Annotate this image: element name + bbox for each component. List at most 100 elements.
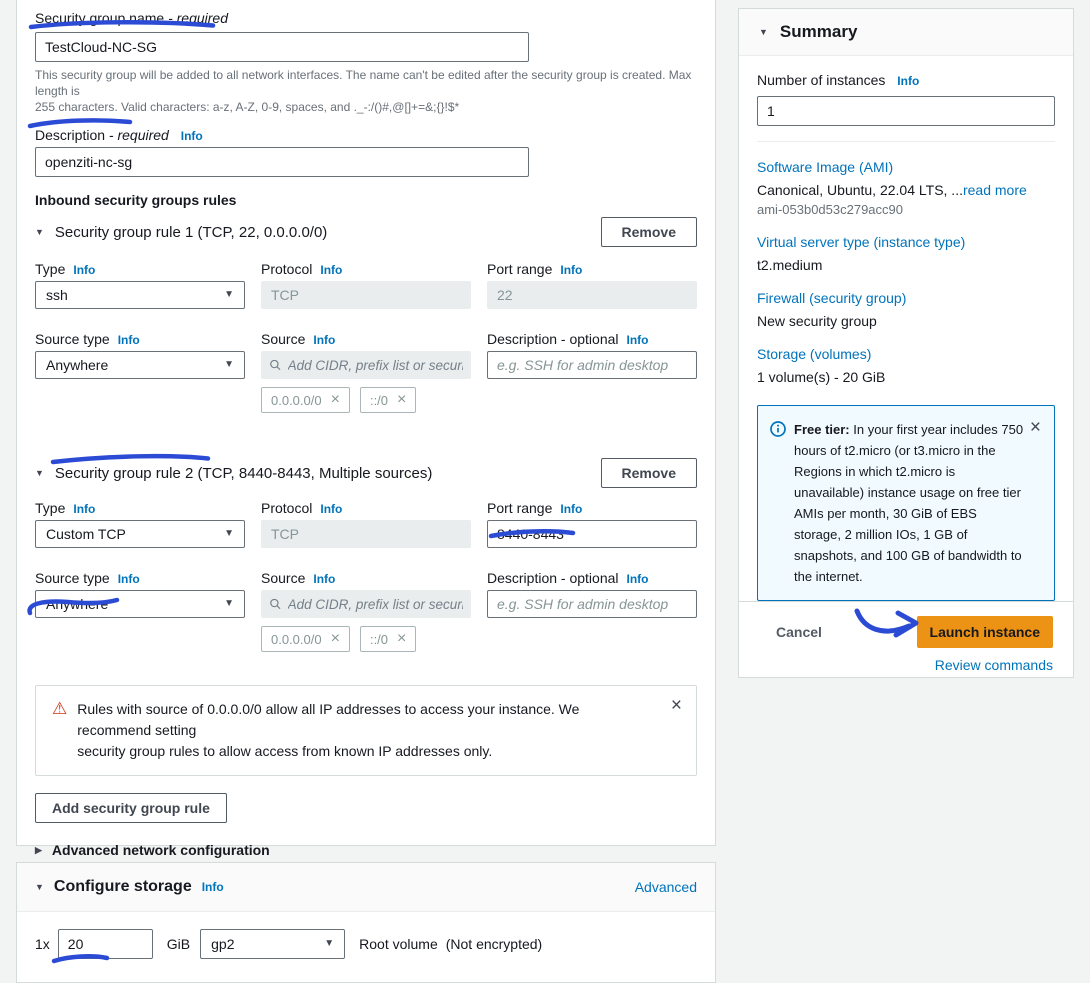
source-info-link[interactable]: Info bbox=[313, 572, 335, 586]
summary-footer: Cancel Launch instance Review commands bbox=[739, 601, 1073, 677]
chevron-down-icon: ▼ bbox=[224, 290, 234, 300]
protocol-info-link[interactable]: Info bbox=[320, 502, 342, 516]
volume-size-input[interactable] bbox=[58, 929, 153, 959]
rule-1-description-cell: Description - optionalInfo bbox=[487, 331, 697, 413]
storage-volumes-section: Storage (volumes) 1 volume(s) - 20 GiB bbox=[757, 346, 1055, 385]
storage-volumes-value: 1 volume(s) - 20 GiB bbox=[757, 369, 1055, 385]
rule-2-description-cell: Description - optionalInfo bbox=[487, 570, 697, 652]
volume-type-select[interactable]: gp2 ▼ bbox=[200, 929, 345, 959]
software-image-link[interactable]: Software Image (AMI) bbox=[757, 159, 893, 175]
warning-text: Rules with source of 0.0.0.0/0 allow all… bbox=[77, 699, 656, 762]
cidr-chip: ::/0× bbox=[360, 626, 416, 652]
read-more-link[interactable]: read more bbox=[963, 182, 1027, 198]
security-group-name-label-text: Security group name bbox=[35, 10, 164, 26]
firewall-value: New security group bbox=[757, 313, 1055, 329]
review-commands-link[interactable]: Review commands bbox=[935, 657, 1053, 673]
rule-1-remove-button[interactable]: Remove bbox=[601, 217, 697, 247]
rule-1-protocol-cell: ProtocolInfo TCP bbox=[261, 261, 471, 309]
security-group-name-input[interactable] bbox=[35, 32, 529, 62]
storage-expand-icon[interactable]: ▼ bbox=[35, 883, 44, 892]
cancel-button[interactable]: Cancel bbox=[776, 624, 822, 640]
rule-2-port-input[interactable] bbox=[487, 520, 697, 548]
chip-close-icon[interactable]: × bbox=[397, 631, 406, 647]
firewall-section: Firewall (security group) New security g… bbox=[757, 290, 1055, 329]
search-icon bbox=[269, 358, 282, 372]
instance-type-value: t2.medium bbox=[757, 257, 1055, 273]
instance-type-link[interactable]: Virtual server type (instance type) bbox=[757, 234, 965, 250]
warning-triangle-icon: ⚠ bbox=[52, 699, 67, 719]
rule-2-type-select[interactable]: Custom TCP ▼ bbox=[35, 520, 245, 548]
rule-description-info-link[interactable]: Info bbox=[627, 572, 649, 586]
rule-2-expand-icon[interactable]: ▼ bbox=[35, 469, 44, 478]
rule-1-source-search[interactable] bbox=[261, 351, 471, 379]
rule-2-source-input[interactable] bbox=[288, 597, 463, 612]
security-group-name-help: This security group will be added to all… bbox=[35, 67, 697, 115]
type-info-link[interactable]: Info bbox=[73, 502, 95, 516]
number-of-instances-input[interactable] bbox=[757, 96, 1055, 126]
warning-close-icon[interactable]: × bbox=[671, 696, 682, 715]
rule-2-description-input[interactable] bbox=[487, 590, 697, 618]
chevron-down-icon: ▼ bbox=[224, 529, 234, 539]
rule-1-source-type-cell: Source typeInfo Anywhere ▼ bbox=[35, 331, 245, 413]
firewall-link[interactable]: Firewall (security group) bbox=[757, 290, 906, 306]
source-type-info-link[interactable]: Info bbox=[118, 572, 140, 586]
storage-advanced-link[interactable]: Advanced bbox=[635, 879, 697, 895]
rule-1-port-field: 22 bbox=[487, 281, 697, 309]
free-tier-close-icon[interactable]: × bbox=[1030, 418, 1041, 437]
rule-1-expand-icon[interactable]: ▼ bbox=[35, 228, 44, 237]
security-group-rule-1: ▼ Security group rule 1 (TCP, 22, 0.0.0.… bbox=[35, 216, 697, 413]
cidr-chip: ::/0× bbox=[360, 387, 416, 413]
rule-2-source-type-select[interactable]: Anywhere ▼ bbox=[35, 590, 245, 618]
configure-storage-title: Configure storage bbox=[54, 878, 192, 896]
description-info-link[interactable]: Info bbox=[181, 129, 203, 143]
instances-info-link[interactable]: Info bbox=[897, 74, 919, 88]
search-icon bbox=[269, 597, 282, 611]
description-input[interactable] bbox=[35, 147, 529, 177]
advanced-network-configuration-expander[interactable]: ▶ Advanced network configuration bbox=[35, 842, 697, 858]
protocol-info-link[interactable]: Info bbox=[320, 263, 342, 277]
chevron-down-icon: ▼ bbox=[324, 939, 334, 949]
root-volume-label: Root volume bbox=[359, 936, 438, 952]
rule-1-type-select[interactable]: ssh ▼ bbox=[35, 281, 245, 309]
open-cidr-warning: ⚠ Rules with source of 0.0.0.0/0 allow a… bbox=[35, 685, 697, 776]
rule-1-type-cell: TypeInfo ssh ▼ bbox=[35, 261, 245, 309]
info-circle-icon bbox=[770, 421, 786, 437]
description-label: Description - required Info bbox=[35, 127, 697, 143]
launch-instance-button[interactable]: Launch instance bbox=[917, 616, 1053, 648]
ami-id: ami-053b0d53c279acc90 bbox=[757, 202, 1055, 217]
summary-expand-icon[interactable]: ▼ bbox=[759, 28, 768, 37]
add-security-group-rule-button[interactable]: Add security group rule bbox=[35, 793, 227, 823]
free-tier-info-box: Free tier: In your first year includes 7… bbox=[757, 405, 1055, 601]
source-info-link[interactable]: Info bbox=[313, 333, 335, 347]
volume-count-label: 1x bbox=[35, 936, 50, 952]
rule-2-source-search[interactable] bbox=[261, 590, 471, 618]
chip-close-icon[interactable]: × bbox=[397, 392, 406, 408]
rule-2-type-cell: TypeInfo Custom TCP ▼ bbox=[35, 500, 245, 548]
rule-1-source-input[interactable] bbox=[288, 358, 463, 373]
rule-1-protocol-field: TCP bbox=[261, 281, 471, 309]
rule-2-title: Security group rule 2 (TCP, 8440-8443, M… bbox=[55, 465, 432, 482]
software-image-section: Software Image (AMI) Canonical, Ubuntu, … bbox=[757, 159, 1055, 217]
inbound-rules-title: Inbound security groups rules bbox=[35, 192, 697, 208]
chevron-right-icon: ▶ bbox=[35, 846, 42, 855]
security-group-rule-2: ▼ Security group rule 2 (TCP, 8440-8443,… bbox=[35, 457, 697, 652]
port-range-info-link[interactable]: Info bbox=[560, 502, 582, 516]
root-volume-row: 1x GiB gp2 ▼ Root volume (Not encrypted) bbox=[17, 912, 715, 959]
chevron-down-icon: ▼ bbox=[224, 599, 234, 609]
divider bbox=[757, 141, 1055, 142]
chip-close-icon[interactable]: × bbox=[331, 631, 340, 647]
storage-info-link[interactable]: Info bbox=[202, 880, 224, 894]
storage-volumes-link[interactable]: Storage (volumes) bbox=[757, 346, 871, 362]
chip-close-icon[interactable]: × bbox=[331, 392, 340, 408]
cidr-chip: 0.0.0.0/0× bbox=[261, 387, 350, 413]
rule-2-source-cell: SourceInfo 0.0.0.0/0× ::/0× bbox=[261, 570, 471, 652]
rule-1-description-input[interactable] bbox=[487, 351, 697, 379]
free-tier-text: Free tier: In your first year includes 7… bbox=[794, 419, 1026, 587]
volume-unit-label: GiB bbox=[167, 936, 190, 952]
source-type-info-link[interactable]: Info bbox=[118, 333, 140, 347]
type-info-link[interactable]: Info bbox=[73, 263, 95, 277]
rule-description-info-link[interactable]: Info bbox=[627, 333, 649, 347]
port-range-info-link[interactable]: Info bbox=[560, 263, 582, 277]
rule-1-source-type-select[interactable]: Anywhere ▼ bbox=[35, 351, 245, 379]
rule-2-remove-button[interactable]: Remove bbox=[601, 458, 697, 488]
